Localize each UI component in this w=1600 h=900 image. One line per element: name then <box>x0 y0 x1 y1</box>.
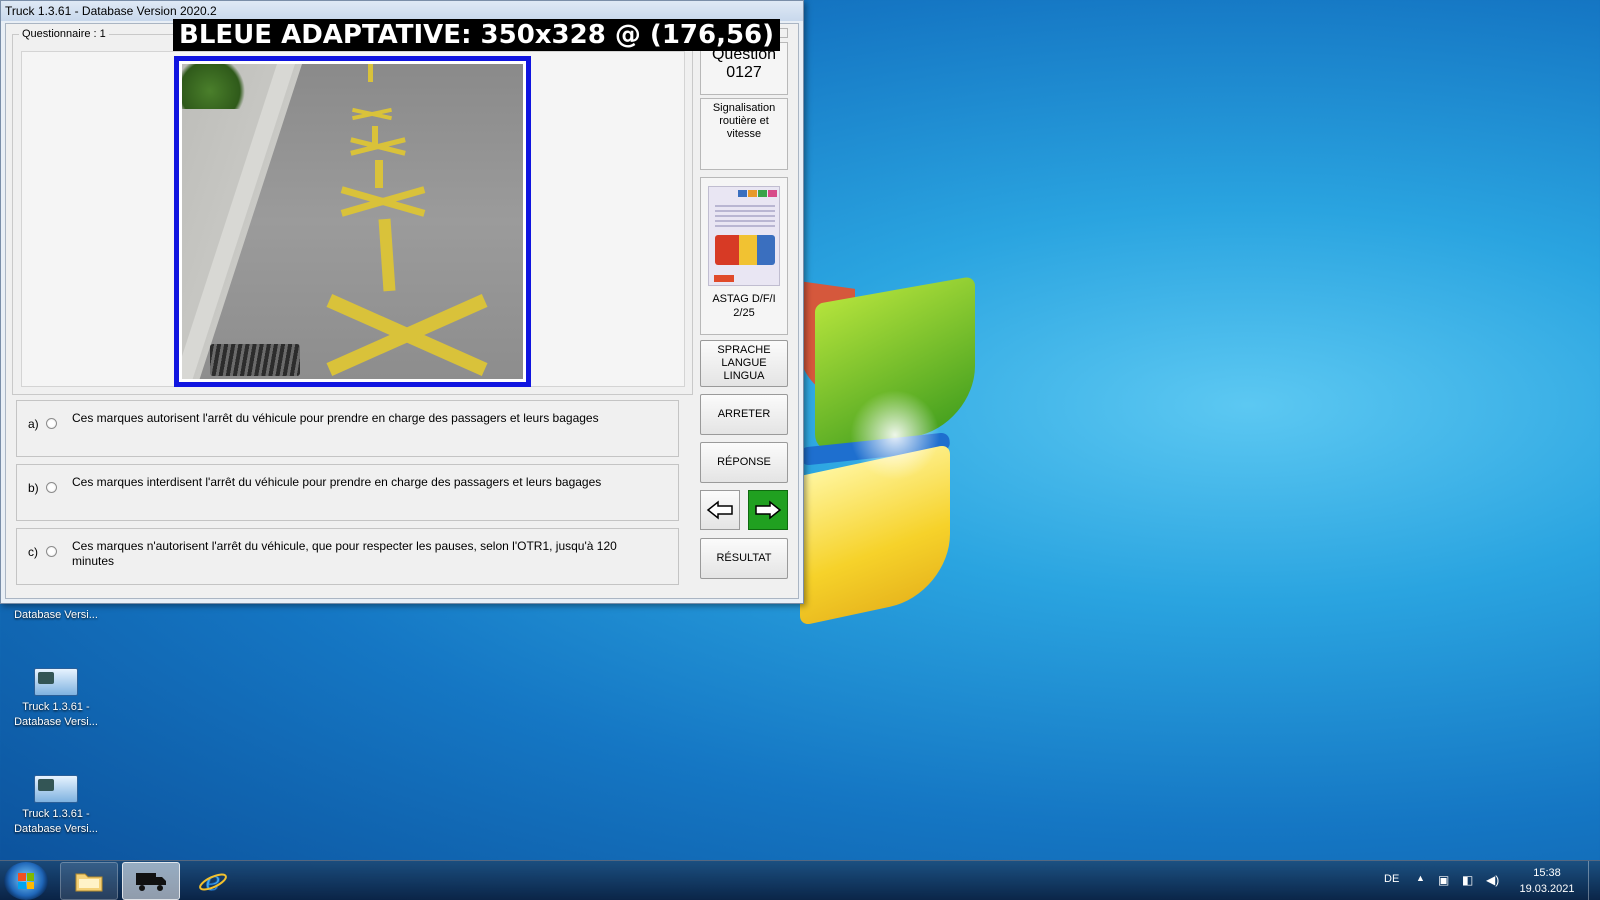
desktop-icon-label: Truck 1.3.61 - Database Versi... <box>14 808 98 835</box>
desktop-icon-truck-2[interactable]: Truck 1.3.61 - Database Versi... <box>6 775 106 837</box>
book-page: 2/25 <box>733 307 755 319</box>
svg-text:e: e <box>205 867 220 896</box>
storm-drain <box>210 344 300 376</box>
show-desktop-button[interactable] <box>1588 861 1600 900</box>
yellow-line <box>368 64 373 82</box>
question-photo-frame <box>174 56 531 387</box>
question-number: 0127 <box>726 64 762 81</box>
question-category: Signalisation routière et vitesse <box>712 102 776 140</box>
truck-icon <box>136 873 166 891</box>
answer-c[interactable]: c) Ces marques n'autorisent l'arrêt du v… <box>16 528 679 585</box>
reference-book-box[interactable]: ASTAG D/F/I 2/25 <box>700 177 788 335</box>
system-clock[interactable]: 15:38 19.03.2021 <box>1510 865 1584 897</box>
question-category-box: Signalisation routière et vitesse <box>700 98 788 170</box>
yellow-line <box>372 126 378 144</box>
app-window: Truck 1.3.61 - Database Version 2020.2 Q… <box>0 0 804 604</box>
answer-text: Ces marques n'autorisent l'arrêt du véhi… <box>72 539 617 568</box>
folder-icon <box>75 873 103 892</box>
arrow-right-icon <box>755 500 782 520</box>
windows-logo-wallpaper <box>780 270 1020 640</box>
network-icon[interactable]: ◧ <box>1462 873 1476 887</box>
truck-app-icon <box>34 668 78 696</box>
result-button[interactable]: RÉSULTAT <box>700 538 788 579</box>
adaptive-overlay-label: BLEUE ADAPTATIVE: 350x328 @ (176,56) <box>173 19 781 51</box>
next-button[interactable] <box>748 490 788 530</box>
book-cover-image <box>708 186 780 286</box>
clock-time: 15:38 <box>1533 867 1561 879</box>
answer-text: Ces marques autorisent l'arrêt du véhicu… <box>72 411 599 425</box>
book-cover-categories <box>738 190 777 197</box>
logo-glow <box>850 390 940 480</box>
answer-letter: b) <box>28 481 39 495</box>
astag-logo <box>714 275 734 282</box>
answer-a[interactable]: a) Ces marques autorisent l'arrêt du véh… <box>16 400 679 457</box>
answer-a-radio[interactable] <box>46 418 57 429</box>
stop-button[interactable]: ARRETER <box>700 394 788 435</box>
bus-image <box>715 235 775 265</box>
truck-app-icon <box>34 775 78 803</box>
window-titlebar[interactable]: Truck 1.3.61 - Database Version 2020.2 <box>1 1 803 21</box>
answer-letter: a) <box>28 417 39 431</box>
tree <box>182 64 252 109</box>
book-name: ASTAG D/F/I <box>712 293 776 305</box>
answer-button[interactable]: RÉPONSE <box>700 442 788 483</box>
questionnaire-label: Questionnaire : 1 <box>19 28 109 40</box>
book-cover-text <box>715 205 775 227</box>
taskbar: e DE ▲ ▣ ◧ ◀) 15:38 19.03.2021 <box>0 860 1600 900</box>
usb-icon[interactable]: ▣ <box>1438 873 1452 887</box>
window-title: Truck 1.3.61 - Database Version 2020.2 <box>5 4 217 18</box>
language-button[interactable]: SPRACHE LANGUE LINGUA <box>700 340 788 387</box>
desktop-icon-truck-1[interactable]: Truck 1.3.61 - Database Versi... <box>6 668 106 730</box>
up-arrow-icon[interactable]: ▲ <box>1416 873 1425 883</box>
start-button[interactable] <box>4 862 48 900</box>
volume-icon[interactable]: ◀) <box>1486 873 1500 887</box>
clock-date: 19.03.2021 <box>1519 883 1575 895</box>
internet-explorer-icon: e <box>199 867 227 896</box>
taskbar-explorer[interactable] <box>60 862 118 900</box>
language-line-it: LINGUA <box>723 370 765 382</box>
desktop-icon-truck-0[interactable]: Database Versi... <box>6 608 106 623</box>
arrow-left-icon <box>706 500 733 520</box>
answer-b[interactable]: b) Ces marques interdisent l'arrêt du vé… <box>16 464 679 521</box>
answer-letter: c) <box>28 545 38 559</box>
road-marking-photo <box>182 64 523 379</box>
yellow-line <box>375 160 383 188</box>
desktop-icon-label: Truck 1.3.61 - Database Versi... <box>14 701 98 728</box>
yellow-line <box>378 218 396 292</box>
previous-button[interactable] <box>700 490 740 530</box>
language-line-fr: LANGUE <box>721 357 767 369</box>
taskbar-internet-explorer[interactable]: e <box>184 862 242 900</box>
answer-b-radio[interactable] <box>46 482 57 493</box>
windows-flag-icon <box>18 873 34 889</box>
desktop-icon-label: Database Versi... <box>14 609 98 621</box>
answer-c-radio[interactable] <box>46 546 57 557</box>
taskbar-truck-app[interactable] <box>122 862 180 900</box>
answer-text: Ces marques interdisent l'arrêt du véhic… <box>72 475 602 489</box>
language-line-de: SPRACHE <box>717 344 771 356</box>
language-indicator[interactable]: DE <box>1384 873 1399 885</box>
